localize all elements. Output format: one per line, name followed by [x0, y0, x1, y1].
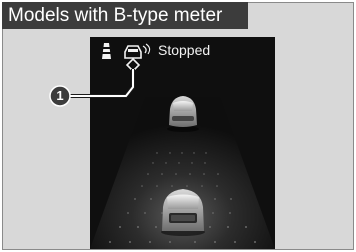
road-scene: [90, 37, 275, 249]
section-heading: Models with B-type meter: [2, 2, 248, 29]
own-vehicle: [161, 189, 205, 236]
callout-number: 1: [56, 88, 64, 103]
meter-display: Stopped: [90, 37, 275, 249]
status-text: Stopped: [158, 42, 211, 58]
